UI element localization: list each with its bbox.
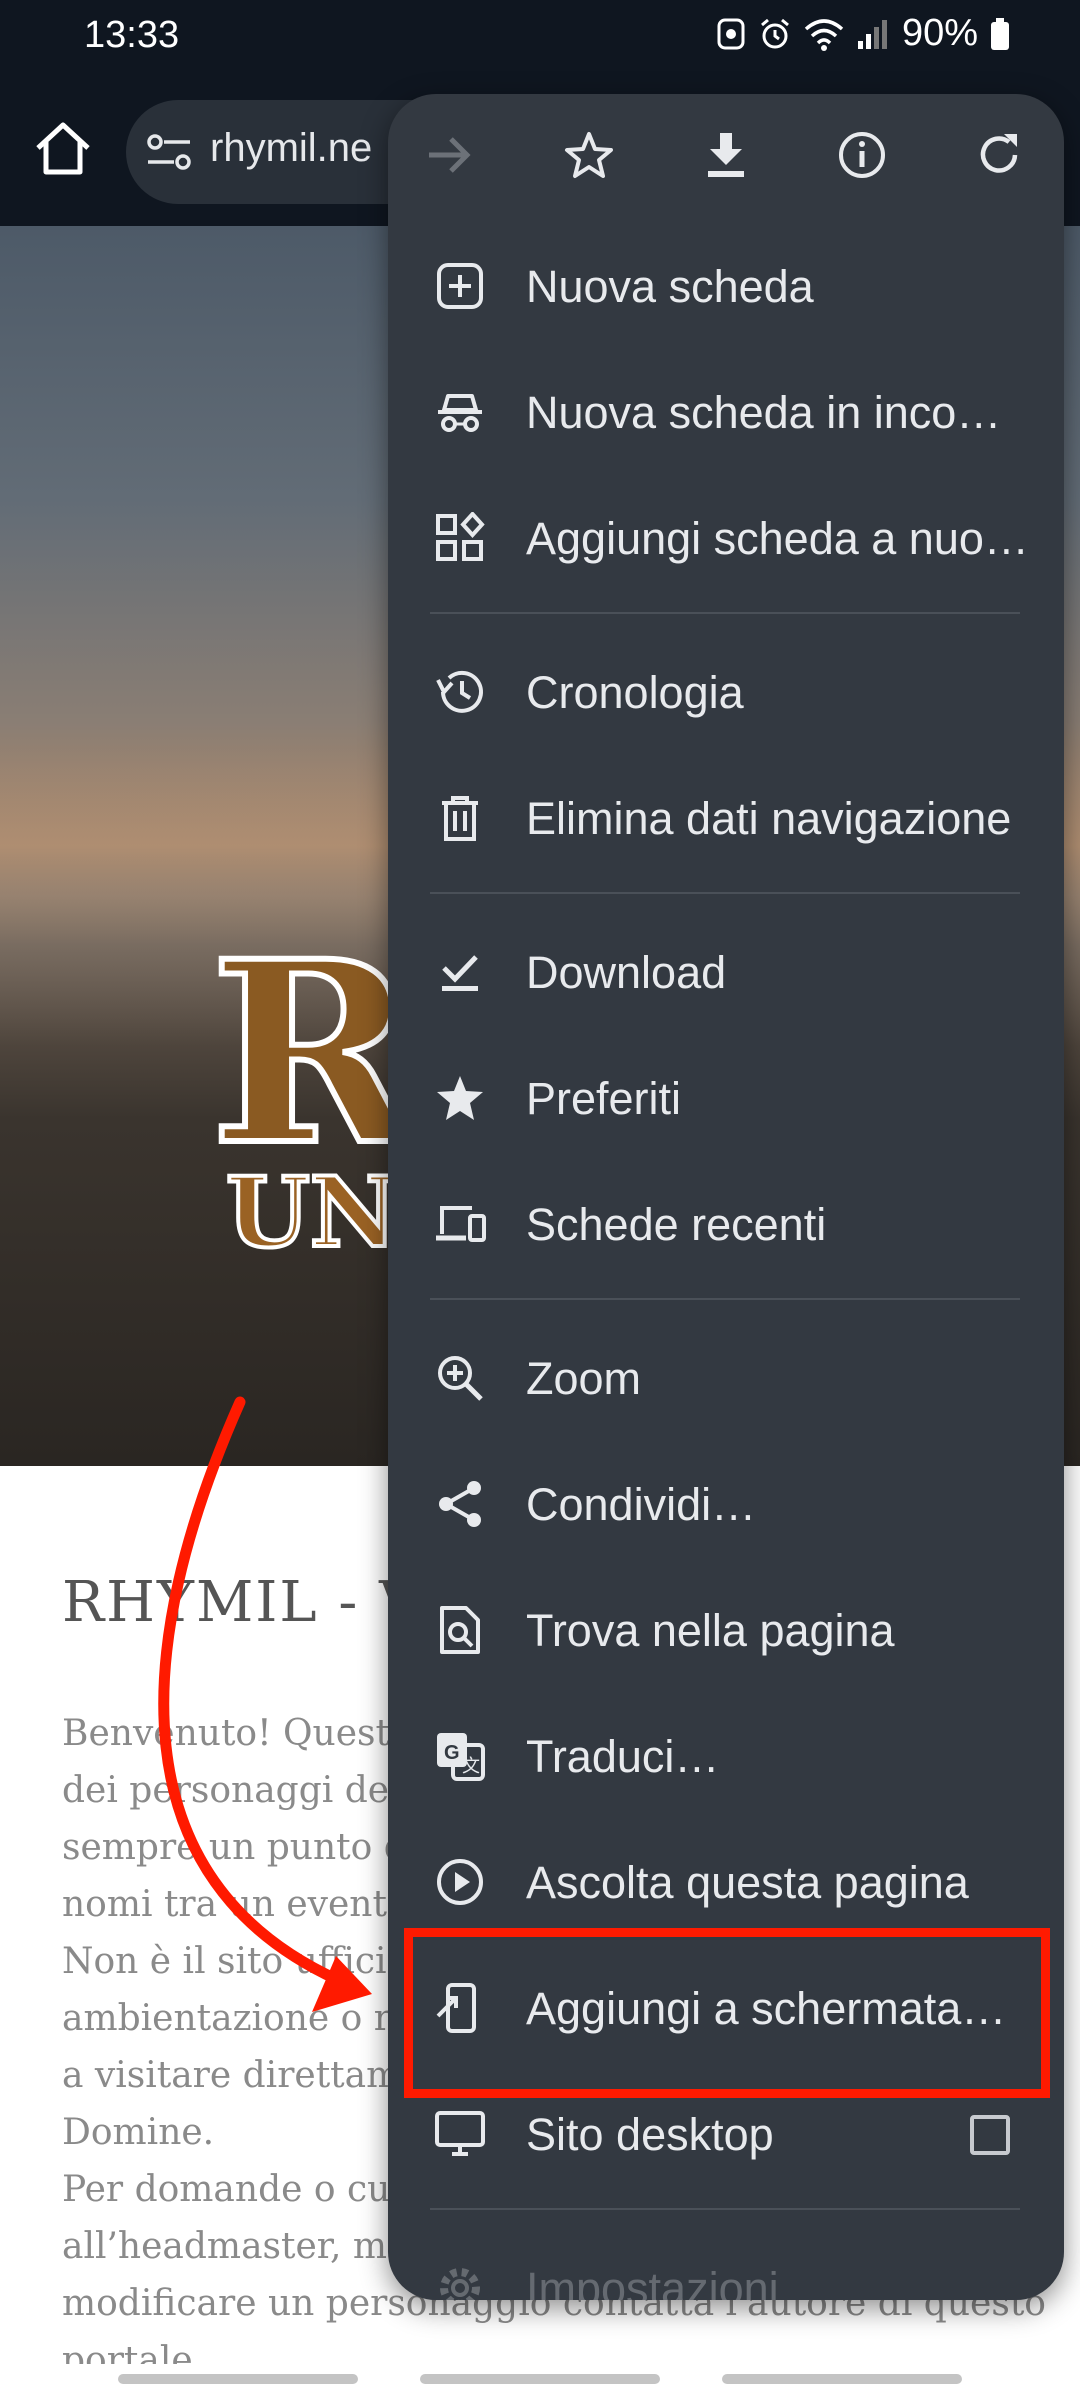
zoom-icon [438, 1356, 483, 1401]
status-bar: 13:33 90% [0, 0, 1080, 76]
tab-group-icon [436, 512, 485, 561]
reload-button[interactable] [968, 124, 1030, 186]
menu-item-bookmarks[interactable]: Preferiti [388, 1034, 1064, 1160]
status-icons: 90% [716, 12, 1010, 55]
svg-text:G: G [444, 1742, 460, 1764]
settings-icon [440, 2268, 480, 2300]
menu-item-label: Preferiti [526, 1073, 682, 1124]
menu-item-find-in-page[interactable]: Trova nella pagina [388, 1566, 1064, 1692]
menu-item-label: Trova nella pagina [526, 1605, 895, 1656]
svg-text:文: 文 [462, 1756, 480, 1776]
forward-arrow-icon [429, 137, 471, 173]
menu-item-label: Nuova scheda [526, 261, 814, 312]
menu-item-label: Traduci… [526, 1731, 720, 1782]
incognito-icon [438, 394, 482, 432]
menu-item-label: Elimina dati navigazione [526, 793, 1012, 844]
site-settings-icon [147, 134, 191, 170]
menu-divider [430, 2208, 1020, 2210]
nav-handle [722, 2374, 962, 2384]
menu-item-label: Nuova scheda in inco… [526, 387, 1002, 438]
menu-item-incognito[interactable]: Nuova scheda in inco… [388, 348, 1064, 474]
url-text: rhymil.ne [210, 126, 373, 170]
forward-button[interactable] [418, 124, 480, 186]
highlight-box [404, 1928, 1050, 2098]
home-icon [36, 122, 90, 175]
play-icon [437, 1859, 483, 1905]
menu-item-downloads[interactable]: Download [388, 908, 1064, 1034]
new-tab-icon [437, 263, 483, 309]
nav-handle [420, 2374, 660, 2384]
devices-icon [436, 1206, 486, 1242]
menu-action-row [388, 94, 1064, 214]
menu-item-label: Schede recenti [526, 1199, 827, 1250]
history-icon [436, 670, 483, 713]
menu-item-label: Impostazioni [526, 2263, 779, 2300]
status-time: 13:33 [84, 14, 180, 56]
battery-percent: 90% [901, 12, 978, 54]
desktop-site-checkbox[interactable] [970, 2115, 1010, 2155]
nav-handle [118, 2374, 358, 2384]
trash-icon [442, 796, 478, 841]
menu-item-label: Ascolta questa pagina [526, 1857, 969, 1908]
desktop-icon [435, 2111, 485, 2156]
menu-item-clear-data[interactable]: Elimina dati navigazione [388, 754, 1064, 880]
menu-divider [430, 892, 1020, 894]
menu-item-recent-tabs[interactable]: Schede recenti [388, 1160, 1064, 1286]
reload-icon [980, 134, 1018, 173]
menu-divider [430, 612, 1020, 614]
menu-item-label: Download [526, 947, 727, 998]
menu-divider [430, 1298, 1020, 1300]
translate-icon: G文 [437, 1733, 485, 1781]
download-icon [708, 133, 744, 177]
menu-item-new-tab[interactable]: Nuova scheda [388, 222, 1064, 348]
gesture-nav-bar [0, 2364, 1080, 2400]
star-outline-icon [565, 132, 613, 178]
menu-item-label: Zoom [526, 1353, 642, 1404]
menu-item-translate[interactable]: G文 Traduci… [388, 1692, 1064, 1818]
menu-item-label: Condividi… [526, 1479, 757, 1530]
find-in-page-icon [440, 1606, 480, 1654]
bookmark-button[interactable] [558, 124, 620, 186]
menu-item-label: Sito desktop [526, 2109, 774, 2160]
page-info-button[interactable] [831, 124, 893, 186]
menu-item-listen[interactable]: Ascolta questa pagina [388, 1818, 1064, 1944]
menu-item-tab-group[interactable]: Aggiungi scheda a nuo… [388, 474, 1064, 600]
share-icon [439, 1481, 481, 1527]
wifi-icon [804, 18, 844, 51]
menu-item-zoom[interactable]: Zoom [388, 1314, 1064, 1440]
alarm-icon [760, 18, 789, 48]
star-filled-icon [437, 1076, 483, 1120]
menu-item-share[interactable]: Condividi… [388, 1440, 1064, 1566]
battery-icon [991, 17, 1009, 50]
download-page-button[interactable] [695, 124, 757, 186]
menu-item-label: Cronologia [526, 667, 744, 718]
home-button[interactable] [30, 116, 96, 182]
info-icon [839, 132, 885, 178]
menu-item-settings[interactable]: Impostazioni [388, 2224, 1064, 2300]
download-done-icon [442, 955, 478, 991]
menu-item-label: Aggiungi scheda a nuo… [526, 513, 1029, 564]
signal-icon [857, 19, 887, 49]
menu-item-history[interactable]: Cronologia [388, 628, 1064, 754]
data-saver-icon [717, 18, 745, 49]
